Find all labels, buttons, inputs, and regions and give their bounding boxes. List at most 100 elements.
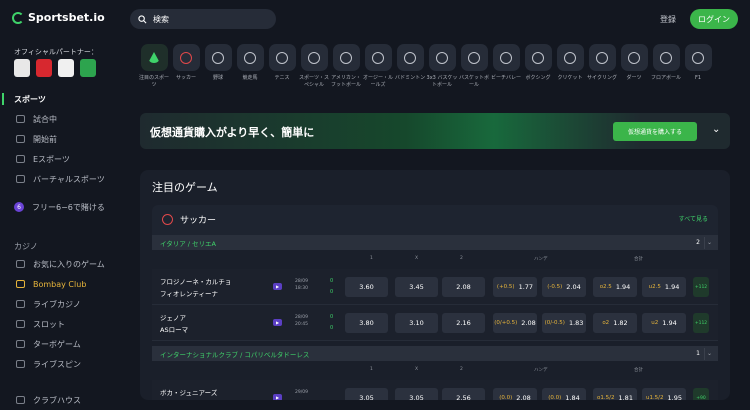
odd-value: 3.60 — [359, 283, 374, 291]
sidebar-item-live[interactable]: 試合中 — [0, 109, 130, 129]
partner-logo-newcastle[interactable] — [14, 59, 30, 77]
sidebar-item-clubhouse[interactable]: クラブハウス — [0, 390, 130, 410]
sidebar-item-turbo[interactable]: ターボゲーム — [0, 334, 130, 354]
category-item[interactable]: サイクリング — [587, 44, 617, 98]
category-item[interactable]: オージー・ルールズ — [363, 44, 393, 98]
odd-home-button[interactable]: 3.60 — [345, 277, 388, 297]
category-item[interactable]: アメリカン・フットボール — [331, 44, 361, 98]
sidebar-item-esports[interactable]: Eスポーツ — [0, 149, 130, 169]
total-line: o1.5/2 — [597, 395, 615, 400]
league-count: 2 — [696, 239, 700, 246]
more-markets-button[interactable]: +112 — [693, 277, 709, 297]
sidebar-item-favorites[interactable]: お気に入りのゲーム — [0, 254, 130, 274]
spin-icon — [16, 360, 25, 368]
category-item[interactable]: バドミントン — [395, 44, 425, 98]
odd-draw-button[interactable]: 3.05 — [395, 388, 438, 400]
category-item[interactable]: F1 — [684, 44, 712, 98]
category-item[interactable]: スポーツ・スペシャル — [299, 44, 329, 98]
odd-draw-button[interactable]: 3.10 — [395, 313, 438, 333]
col-x: X — [415, 256, 419, 261]
sport-icon — [332, 44, 360, 71]
total-over-button[interactable]: o2 1.82 — [593, 313, 637, 333]
category-item[interactable]: 注目のスポーツ — [139, 44, 169, 98]
total-over-button[interactable]: o1.5/2 1.81 — [593, 388, 637, 400]
handicap-away-button[interactable]: (0.0) 1.84 — [542, 388, 586, 400]
chevron-down-icon[interactable]: ⌄ — [712, 124, 722, 135]
category-item[interactable]: 競走馬 — [236, 44, 264, 98]
odd-home-button[interactable]: 3.80 — [345, 313, 388, 333]
live-stream-icon: ▶ — [273, 394, 282, 400]
league-header[interactable]: インターナショナルクラブ / コパリベルタドーレス 1 ⌄ — [152, 346, 718, 361]
chevron-down-icon[interactable]: ⌄ — [704, 236, 714, 249]
handicap-away-button[interactable]: (0/-0.5) 1.83 — [542, 313, 586, 333]
more-markets-button[interactable]: +112 — [693, 313, 709, 333]
buy-crypto-button[interactable]: 仮想通貨を購入する — [613, 122, 697, 141]
handicap-away-button[interactable]: (-0.5) 2.04 — [542, 277, 586, 297]
chevron-down-icon[interactable]: ⌄ — [704, 347, 714, 360]
category-label: 3x3 バスケットボール — [426, 75, 458, 88]
category-item[interactable]: フロアボール — [651, 44, 681, 98]
match-row[interactable]: ジェノア ASローマ ▶ 28/09 20:45 0 0 3.80 3.10 2.16 (0/+0.… — [152, 305, 718, 341]
sidebar-item-bombay-club[interactable]: Bombay Club — [0, 274, 130, 294]
odd-away-button[interactable]: 2.16 — [442, 313, 485, 333]
handicap-home-button[interactable]: (0.0) 2.08 — [493, 388, 537, 400]
sidebar: オフィシャルパートナー： スポーツ 試合中 開始前 Eスポーツ バーチャルスポー… — [0, 38, 130, 405]
sidebar-item-live-spin[interactable]: ライブスピン — [0, 354, 130, 374]
sportsbet-logo[interactable]: Sportsbet.io — [12, 11, 105, 24]
total-under-button[interactable]: u1.5/2 1.95 — [642, 388, 686, 400]
category-item[interactable]: バスケットボール — [459, 44, 489, 98]
more-markets-button[interactable]: +90 — [693, 388, 709, 400]
total-over-button[interactable]: o2.5 1.94 — [593, 277, 637, 297]
see-all-link[interactable]: すべて見る — [679, 214, 708, 223]
sidebar-item-slots[interactable]: スロット — [0, 314, 130, 334]
category-item[interactable]: 野球 — [204, 44, 232, 98]
register-button[interactable]: 登録 — [660, 14, 676, 25]
sidebar-item-live-casino[interactable]: ライブカジノ — [0, 294, 130, 314]
sidebar-item-virtual[interactable]: バーチャルスポーツ — [0, 169, 130, 189]
match-row[interactable]: フロジノーネ・カルチョ フィオレンティーナ ▶ 28/09 18:30 0 0 3.60 3.4… — [152, 269, 718, 305]
category-label: F1 — [694, 75, 702, 81]
match-row[interactable]: ボカ・ジュニアーズ ▶ 29/09 3.05 3.05 2.56 (0.0) 2.08 (0.0… — [152, 380, 718, 400]
category-item[interactable]: ボクシング — [524, 44, 552, 98]
search-input[interactable]: 検索 — [130, 9, 276, 29]
odd-home-button[interactable]: 3.05 — [345, 388, 388, 400]
category-item[interactable]: ビーチバレー — [491, 44, 521, 98]
category-item[interactable]: サッカー — [172, 44, 200, 98]
sport-icon — [492, 44, 520, 71]
league-header[interactable]: イタリア / セリエA 2 ⌄ — [152, 235, 718, 250]
col-total: 合計 — [634, 257, 643, 262]
total-under-button[interactable]: u2 1.94 — [642, 313, 686, 333]
partner-logo-southampton[interactable] — [36, 59, 52, 77]
virtual-icon — [16, 175, 25, 183]
odd-away-button[interactable]: 2.56 — [442, 388, 485, 400]
partner-logo-sao-paulo[interactable] — [58, 59, 74, 77]
col-x: X — [415, 367, 419, 372]
calendar-icon — [16, 135, 25, 143]
category-item[interactable]: テニス — [268, 44, 296, 98]
category-item[interactable]: クリケット — [556, 44, 584, 98]
cards-icon — [16, 300, 25, 308]
category-label: クリケット — [557, 75, 583, 81]
login-button[interactable]: ログイン — [690, 9, 738, 29]
odd-value: 1.94 — [662, 319, 677, 327]
tv-icon — [16, 115, 25, 123]
odd-value: 1.95 — [667, 394, 683, 400]
category-item[interactable]: ダーツ — [620, 44, 648, 98]
partner-logo-partner-4[interactable] — [80, 59, 96, 77]
match-date: 29/09 — [295, 390, 308, 395]
sidebar-item-upcoming[interactable]: 開始前 — [0, 129, 130, 149]
sidebar-item-free-bet[interactable]: フリー6−6で賭ける — [0, 197, 130, 217]
sport-icon — [300, 44, 328, 71]
category-item[interactable]: 3x3 バスケットボール — [426, 44, 458, 98]
total-under-button[interactable]: u2.5 1.94 — [642, 277, 686, 297]
odd-away-button[interactable]: 2.08 — [442, 277, 485, 297]
sidebar-item-sports[interactable]: スポーツ — [0, 89, 130, 109]
match-date: 28/09 — [295, 315, 308, 320]
total-line: u1.5/2 — [645, 395, 664, 400]
sidebar-item-label: ライブカジノ — [33, 299, 81, 309]
odd-draw-button[interactable]: 3.45 — [395, 277, 438, 297]
handicap-home-button[interactable]: (+0.5) 1.77 — [493, 277, 537, 297]
home-team: ボカ・ジュニアーズ — [160, 389, 218, 397]
away-team: ASローマ — [160, 326, 189, 334]
handicap-home-button[interactable]: (0/+0.5) 2.08 — [493, 313, 537, 333]
